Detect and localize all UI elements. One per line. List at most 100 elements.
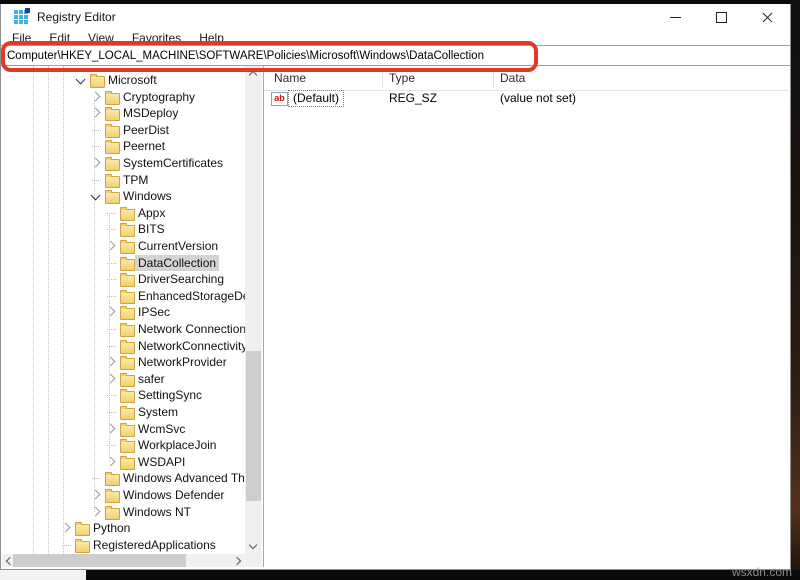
tree-item-system[interactable]: System bbox=[2, 404, 245, 421]
column-header-type[interactable]: Type bbox=[389, 71, 415, 85]
value-type: REG_SZ bbox=[389, 91, 437, 105]
tree-item-label: Python bbox=[93, 520, 130, 537]
tree-connector bbox=[107, 229, 116, 230]
tree-item-bits[interactable]: BITS bbox=[2, 221, 245, 238]
tree-item-safer[interactable]: safer bbox=[2, 371, 245, 388]
tree-item-workplacejoin[interactable]: WorkplaceJoin bbox=[2, 437, 245, 454]
chevron-right-icon[interactable] bbox=[106, 456, 116, 466]
folder-icon bbox=[105, 126, 120, 138]
tree-item-driversearching[interactable]: DriverSearching bbox=[2, 271, 245, 288]
scroll-right-icon[interactable] bbox=[233, 556, 241, 564]
tree-item-microsoft[interactable]: Microsoft bbox=[2, 72, 245, 89]
tree-item-ipsec[interactable]: IPSec bbox=[2, 304, 245, 321]
folder-icon bbox=[90, 76, 105, 88]
menu-favorites[interactable]: Favorites bbox=[123, 31, 190, 45]
folder-icon bbox=[120, 458, 135, 470]
tree-vertical-scrollbar[interactable] bbox=[245, 66, 262, 554]
chevron-right-icon[interactable] bbox=[91, 490, 101, 500]
chevron-right-icon[interactable] bbox=[106, 307, 116, 317]
tree-horizontal-scrollbar[interactable] bbox=[2, 554, 245, 567]
menu-edit[interactable]: Edit bbox=[40, 31, 79, 45]
tree-item-networkconnectivitys[interactable]: NetworkConnectivityS bbox=[2, 338, 245, 355]
tree-item-cryptography[interactable]: Cryptography bbox=[2, 89, 245, 106]
tree-item-enhancedstoragedevic[interactable]: EnhancedStorageDevic bbox=[2, 288, 245, 305]
chevron-right-icon[interactable] bbox=[61, 523, 71, 533]
maximize-button[interactable] bbox=[698, 4, 744, 30]
folder-icon bbox=[105, 176, 120, 188]
tree-item-tpm[interactable]: TPM bbox=[2, 172, 245, 189]
menu-help[interactable]: Help bbox=[190, 31, 233, 45]
value-row-default[interactable]: ab (Default) REG_SZ (value not set) bbox=[264, 90, 789, 108]
tree-item-python[interactable]: Python bbox=[2, 520, 245, 537]
minimize-button[interactable] bbox=[652, 4, 698, 30]
tree-item-datacollection[interactable]: DataCollection bbox=[2, 255, 245, 272]
tree-item-systemcertificates[interactable]: SystemCertificates bbox=[2, 155, 245, 172]
tree-item-peernet[interactable]: Peernet bbox=[2, 138, 245, 155]
folder-icon bbox=[120, 325, 135, 337]
folder-icon bbox=[120, 225, 135, 237]
scroll-down-icon[interactable] bbox=[249, 541, 257, 549]
scroll-up-icon[interactable] bbox=[249, 71, 257, 79]
tree-connector bbox=[92, 180, 101, 181]
chevron-right-icon[interactable] bbox=[106, 423, 116, 433]
folder-icon bbox=[120, 259, 135, 271]
tree-item-label: Windows NT bbox=[123, 504, 191, 521]
folder-icon bbox=[75, 524, 90, 536]
tree-item-label: Appx bbox=[138, 205, 165, 222]
tree-item-label: Windows Advanced Threa bbox=[123, 470, 245, 487]
tree-item-label: Network Connections bbox=[138, 321, 245, 338]
tree-item-label: System bbox=[138, 404, 178, 421]
chevron-down-icon[interactable] bbox=[76, 75, 86, 85]
column-separator[interactable] bbox=[382, 69, 383, 87]
tree-item-peerdist[interactable]: PeerDist bbox=[2, 122, 245, 139]
tree-connector bbox=[92, 146, 101, 147]
tree-item-registeredapplications[interactable]: RegisteredApplications bbox=[2, 537, 245, 554]
chevron-right-icon[interactable] bbox=[106, 357, 116, 367]
tree-item-windows-defender[interactable]: Windows Defender bbox=[2, 487, 245, 504]
column-header-name[interactable]: Name bbox=[274, 71, 306, 85]
tree-connector bbox=[107, 296, 116, 297]
menu-view[interactable]: View bbox=[79, 31, 123, 45]
tree-item-appx[interactable]: Appx bbox=[2, 205, 245, 222]
menu-file[interactable]: File bbox=[3, 31, 40, 45]
column-header-data[interactable]: Data bbox=[500, 71, 525, 85]
background-strip-right bbox=[791, 0, 800, 580]
tree-item-msdeploy[interactable]: MSDeploy bbox=[2, 105, 245, 122]
tree-item-label: SettingSync bbox=[138, 387, 202, 404]
folder-icon bbox=[120, 242, 135, 254]
chevron-right-icon[interactable] bbox=[91, 91, 101, 101]
chevron-down-icon[interactable] bbox=[91, 191, 101, 201]
address-input[interactable] bbox=[1, 46, 796, 65]
column-separator[interactable] bbox=[493, 69, 494, 87]
folder-icon bbox=[120, 308, 135, 320]
folder-icon bbox=[75, 541, 90, 553]
folder-icon bbox=[120, 441, 135, 453]
tree-view: MicrosoftCryptographyMSDeployPeerDistPee… bbox=[2, 66, 245, 554]
close-button[interactable] bbox=[744, 4, 790, 30]
folder-icon bbox=[105, 508, 120, 520]
tree-item-wcmsvc[interactable]: WcmSvc bbox=[2, 421, 245, 438]
tree-item-windows[interactable]: Windows bbox=[2, 188, 245, 205]
tree-item-windows-nt[interactable]: Windows NT bbox=[2, 504, 245, 521]
chevron-right-icon[interactable] bbox=[106, 373, 116, 383]
address-bar bbox=[1, 45, 790, 66]
chevron-right-icon[interactable] bbox=[91, 506, 101, 516]
chevron-right-icon[interactable] bbox=[91, 108, 101, 118]
tree-item-windows-advanced-threa[interactable]: Windows Advanced Threa bbox=[2, 470, 245, 487]
tree-item-network-connections[interactable]: Network Connections bbox=[2, 321, 245, 338]
tree-item-wsdapi[interactable]: WSDAPI bbox=[2, 454, 245, 471]
tree-item-settingsync[interactable]: SettingSync bbox=[2, 387, 245, 404]
title-bar[interactable]: Registry Editor bbox=[1, 4, 790, 30]
folder-icon bbox=[120, 391, 135, 403]
folder-icon bbox=[120, 209, 135, 221]
tree-item-currentversion[interactable]: CurrentVersion bbox=[2, 238, 245, 255]
vertical-scroll-thumb[interactable] bbox=[246, 351, 261, 501]
value-name[interactable]: (Default) bbox=[288, 90, 344, 107]
tree-item-label: DataCollection bbox=[135, 255, 219, 272]
horizontal-scroll-thumb[interactable] bbox=[13, 554, 186, 567]
folder-icon bbox=[120, 375, 135, 387]
value-data: (value not set) bbox=[500, 91, 576, 105]
tree-item-networkprovider[interactable]: NetworkProvider bbox=[2, 354, 245, 371]
chevron-right-icon[interactable] bbox=[91, 158, 101, 168]
chevron-right-icon[interactable] bbox=[106, 241, 116, 251]
